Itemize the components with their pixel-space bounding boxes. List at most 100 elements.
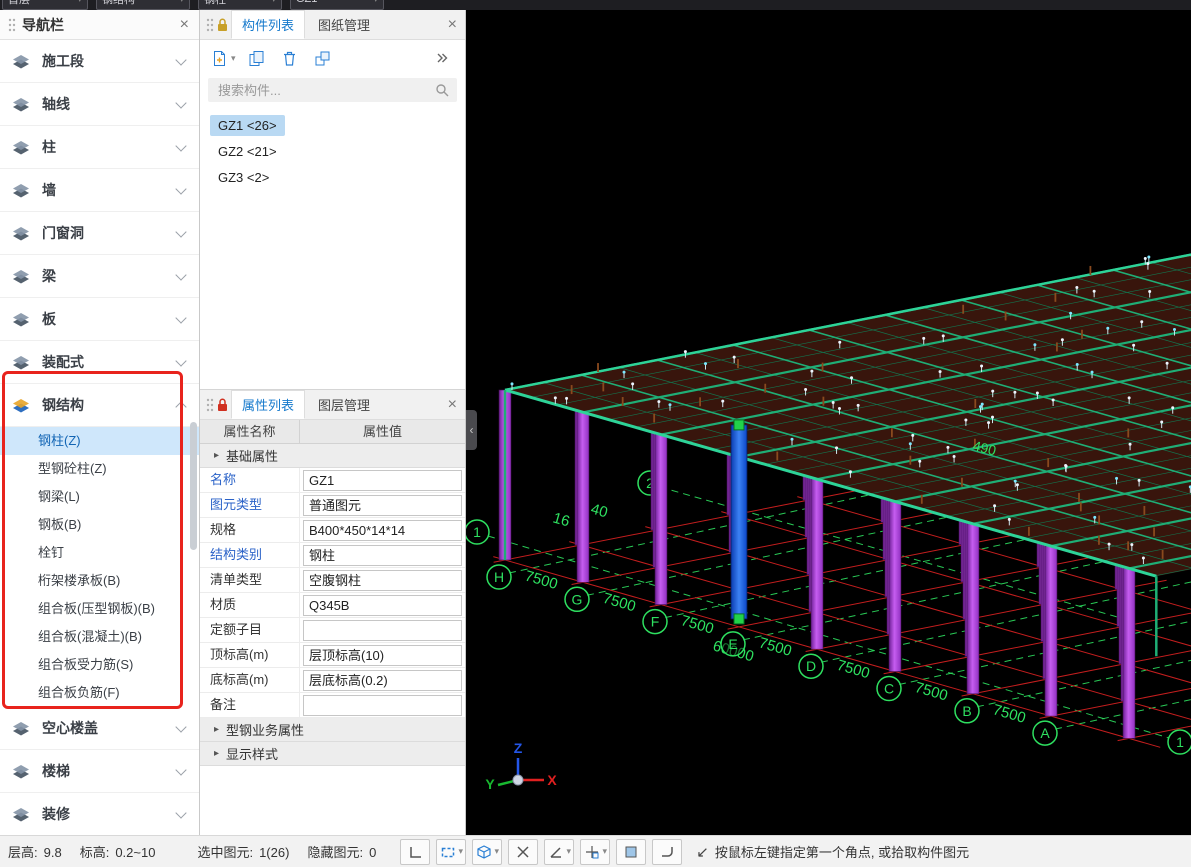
angle-button[interactable]: ▾ [544,839,574,865]
property-value-cell[interactable]: 普通图元 [300,493,465,517]
panel-grip-icon [206,398,214,412]
nav-item-3[interactable]: 墙 [0,169,199,212]
nav-item-6[interactable]: 板 [0,298,199,341]
panel-grip-icon [8,18,16,32]
chevron-down-icon [175,226,186,237]
chevron-down-icon [175,140,186,151]
property-value-cell[interactable]: 钢柱 [300,543,465,567]
property-value-cell[interactable]: B400*450*14*14 [300,518,465,542]
svg-text:H: H [494,569,504,585]
column-property-value: 属性值 [300,420,465,443]
collapse-glyph: ‹ [470,423,474,437]
nav-item-0[interactable]: 施工段 [0,40,199,83]
nav-subitem-4[interactable]: 栓钉 [0,539,199,567]
chevron-down-icon [175,183,186,194]
close-op-button[interactable] [508,839,538,865]
nav-item-5[interactable]: 梁 [0,255,199,298]
interlayer-copy-button[interactable] [308,45,338,71]
delete-component-button[interactable] [275,45,305,71]
component-search-box[interactable] [208,78,457,102]
nav-subitem-5[interactable]: 桁架楼承板(B) [0,567,199,595]
component-item[interactable]: GZ1 <26> [200,112,465,138]
close-icon[interactable]: × [178,17,191,33]
property-panel: 属性列表 图层管理 × 属性名称 属性值 ▸ 基础属性 名称GZ1图元类型普通图… [200,390,465,835]
close-icon[interactable]: × [446,397,459,413]
nav-item-9[interactable]: 空心楼盖 [0,707,199,750]
coordinate-button[interactable]: ▾ [580,839,610,865]
nav-item-icon [10,804,32,824]
property-value-cell[interactable]: 层底标高(0.2) [300,668,465,692]
svg-text:B: B [962,703,971,719]
tab-layer-management[interactable]: 图层管理 [307,390,381,419]
nav-item-icon [10,223,32,243]
region-display-button[interactable] [616,839,646,865]
property-name: 名称 [200,468,300,492]
nav-item-11[interactable]: 装修 [0,793,199,835]
viewport-3d[interactable]: 7500750075007500750075007500600001640HGF… [466,10,1191,835]
copy-component-button[interactable] [242,45,272,71]
property-value-cell[interactable] [300,693,465,717]
chevron-up-icon [175,401,186,412]
property-value-cell[interactable]: Q345B [300,593,465,617]
tab-property-list[interactable]: 属性列表 [231,390,305,419]
topbar-dropdown-0[interactable]: 首层▾ [2,0,88,10]
nav-subitem-9[interactable]: 组合板负筋(F) [0,679,199,707]
property-group-basic[interactable]: ▸ 基础属性 [200,444,465,468]
arc-tool-button[interactable] [652,839,682,865]
property-value-cell[interactable]: GZ1 [300,468,465,492]
nav-item-8[interactable]: 钢结构 [0,384,199,427]
nav-item-10[interactable]: 楼梯 [0,750,199,793]
topbar-dropdown-2[interactable]: 钢柱▾ [198,0,282,10]
component-item[interactable]: GZ2 <21> [200,138,465,164]
property-value-cell[interactable]: 层顶标高(10) [300,643,465,667]
nav-item-4[interactable]: 门窗洞 [0,212,199,255]
nav-item-label: 楼梯 [42,761,177,781]
chevron-down-icon [175,269,186,280]
caret-down-icon: ▾ [459,846,464,857]
component-item[interactable]: GZ3 <2> [200,164,465,190]
nav-subitem-2[interactable]: 钢梁(L) [0,483,199,511]
view-cube-button[interactable]: ▾ [472,839,502,865]
lock-icon [216,397,229,412]
nav-item-label: 钢结构 [42,395,177,415]
nav-item-label: 轴线 [42,94,177,114]
component-toolbar: ▾ [200,40,465,76]
nav-scrollbar[interactable] [190,422,197,550]
collapse-panel-button[interactable]: ‹ [466,410,477,450]
nav-item-1[interactable]: 轴线 [0,83,199,126]
top-toolbar: 首层▾ 钢结构▾ 钢柱▾ GZ1▾ [0,0,1191,10]
svg-text:X: X [547,772,557,788]
svg-text:E: E [728,636,737,652]
orthogonal-button[interactable] [400,839,430,865]
property-value-cell[interactable] [300,618,465,642]
nav-subitem-8[interactable]: 组合板受力筋(S) [0,651,199,679]
nav-item-icon [10,718,32,738]
rect-select-button[interactable]: ▾ [436,839,466,865]
tab-drawing-management[interactable]: 图纸管理 [307,10,381,39]
nav-subitem-7[interactable]: 组合板(混凝土)(B) [0,623,199,651]
nav-subitem-1[interactable]: 型钢砼柱(Z) [0,455,199,483]
close-icon[interactable]: × [446,17,459,33]
expand-more-button[interactable] [427,45,457,71]
nav-item-2[interactable]: 柱 [0,126,199,169]
property-group-label: 基础属性 [226,446,278,465]
nav-subitem-6[interactable]: 组合板(压型钢板)(B) [0,595,199,623]
search-input[interactable] [216,82,435,99]
tab-component-list[interactable]: 构件列表 [231,10,305,39]
copy-icon [248,50,265,67]
caret-down-icon: ▾ [603,846,608,857]
svg-text:1: 1 [1176,734,1184,750]
property-group[interactable]: ▸显示样式 [200,742,465,766]
nav-item-7[interactable]: 装配式 [0,341,199,384]
property-value-cell[interactable]: 空腹钢柱 [300,568,465,592]
property-name: 规格 [200,518,300,542]
nav-subitem-3[interactable]: 钢板(B) [0,511,199,539]
topbar-dropdown-3[interactable]: GZ1▾ [290,0,384,10]
main-area: 导航栏 × 施工段轴线柱墙门窗洞梁板装配式钢结构钢柱(Z)型钢砼柱(Z)钢梁(L… [0,10,1191,835]
property-group[interactable]: ▸型钢业务属性 [200,718,465,742]
nav-subitem-0[interactable]: 钢柱(Z) [0,427,199,455]
chevron-down-icon [175,312,186,323]
topbar-dropdown-1[interactable]: 钢结构▾ [96,0,190,10]
new-document-icon [211,50,228,67]
new-component-button[interactable]: ▾ [208,45,239,71]
